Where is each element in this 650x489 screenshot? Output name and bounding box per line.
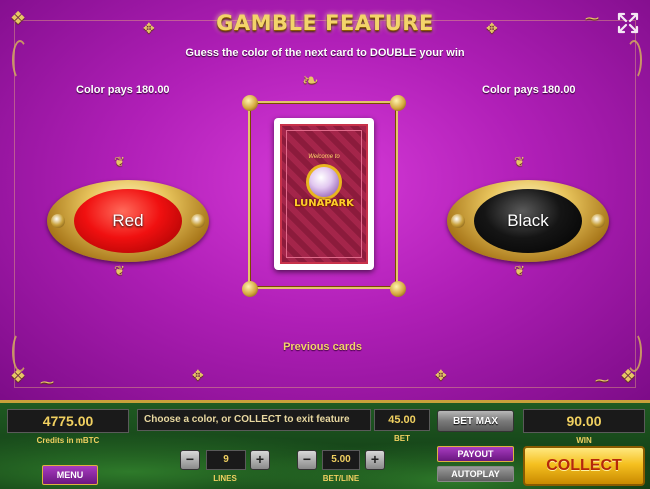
gem-top-ornament-icon: ❦: [514, 155, 525, 170]
betline-decrease-button[interactable]: −: [297, 450, 317, 470]
gem-stud: [451, 214, 465, 228]
gem-bottom-ornament-icon: ❦: [114, 264, 125, 279]
red-pays-label: Color pays 180.00: [76, 84, 170, 96]
feature-title: GAMBLE FEATURE: [216, 11, 434, 35]
autoplay-button[interactable]: AUTOPLAY: [437, 466, 514, 482]
fullscreen-toggle[interactable]: [616, 11, 640, 35]
lines-increase-button[interactable]: +: [250, 450, 270, 470]
credits-label: Credits in mBTC: [36, 436, 100, 445]
black-pays-label: Color pays 180.00: [482, 84, 576, 96]
betline-value: 5.00: [322, 450, 360, 470]
card-back-pattern: Welcome to LUNAPARK: [280, 124, 368, 264]
scroll-ornament-icon: ⁓: [40, 375, 54, 391]
lines-value: 9: [206, 450, 246, 470]
collect-button[interactable]: COLLECT: [523, 446, 645, 486]
payout-button[interactable]: PAYOUT: [437, 446, 514, 462]
lines-decrease-button[interactable]: −: [180, 450, 200, 470]
lines-label: LINES: [213, 474, 237, 483]
scroll-ornament-icon: ✥: [435, 368, 447, 384]
frame-corner-stud: [390, 95, 406, 111]
frame-corner-stud: [390, 281, 406, 297]
status-message: Choose a color, or COLLECT to exit featu…: [137, 409, 371, 431]
bet-display: 45.00: [374, 409, 430, 431]
card-crown-ornament-icon: ❧: [302, 68, 319, 92]
frame-corner-stud: [242, 95, 258, 111]
scroll-ornament-icon: ⁓: [595, 373, 609, 389]
gem-stud: [51, 214, 65, 228]
bet-max-button[interactable]: BET MAX: [437, 410, 514, 432]
black-button-frame: Black: [447, 180, 609, 262]
gem-bottom-ornament-icon: ❦: [514, 264, 525, 279]
betline-label: BET/LINE: [322, 474, 360, 483]
betline-increase-button[interactable]: +: [365, 450, 385, 470]
side-curl-ornament: [626, 40, 642, 80]
side-curl-ornament: [12, 40, 28, 80]
gem-stud: [191, 214, 205, 228]
previous-cards-label: Previous cards: [283, 341, 362, 353]
credits-display: 4775.00: [7, 409, 129, 433]
win-label: WIN: [576, 436, 592, 445]
card-tagline: Welcome to: [308, 154, 340, 160]
bet-label: BET: [394, 434, 410, 443]
card-logo-text: LUNAPARK: [294, 198, 354, 209]
win-display: 90.00: [523, 409, 645, 433]
gem-top-ornament-icon: ❦: [114, 155, 125, 170]
frame-corner-stud: [242, 281, 258, 297]
lunapark-logo-icon: [306, 164, 342, 200]
red-button[interactable]: Red: [74, 189, 182, 253]
red-button-frame: Red: [47, 180, 209, 262]
gamble-stage: ❖ ✥ ✥ ⁓ ❖ ❖ ✥ ✥ ⁓ ⁓ GAMBLE FEATURE Guess…: [0, 0, 650, 400]
black-button[interactable]: Black: [474, 189, 582, 253]
menu-button[interactable]: MENU: [42, 465, 98, 485]
expand-arrows-icon: [617, 12, 639, 34]
control-panel: 4775.00 Credits in mBTC Choose a color, …: [0, 400, 650, 489]
feature-instructions: Guess the color of the next card to DOUB…: [185, 47, 465, 59]
face-down-card: Welcome to LUNAPARK: [274, 118, 374, 270]
scroll-ornament-icon: ✥: [192, 368, 204, 384]
gem-stud: [591, 214, 605, 228]
